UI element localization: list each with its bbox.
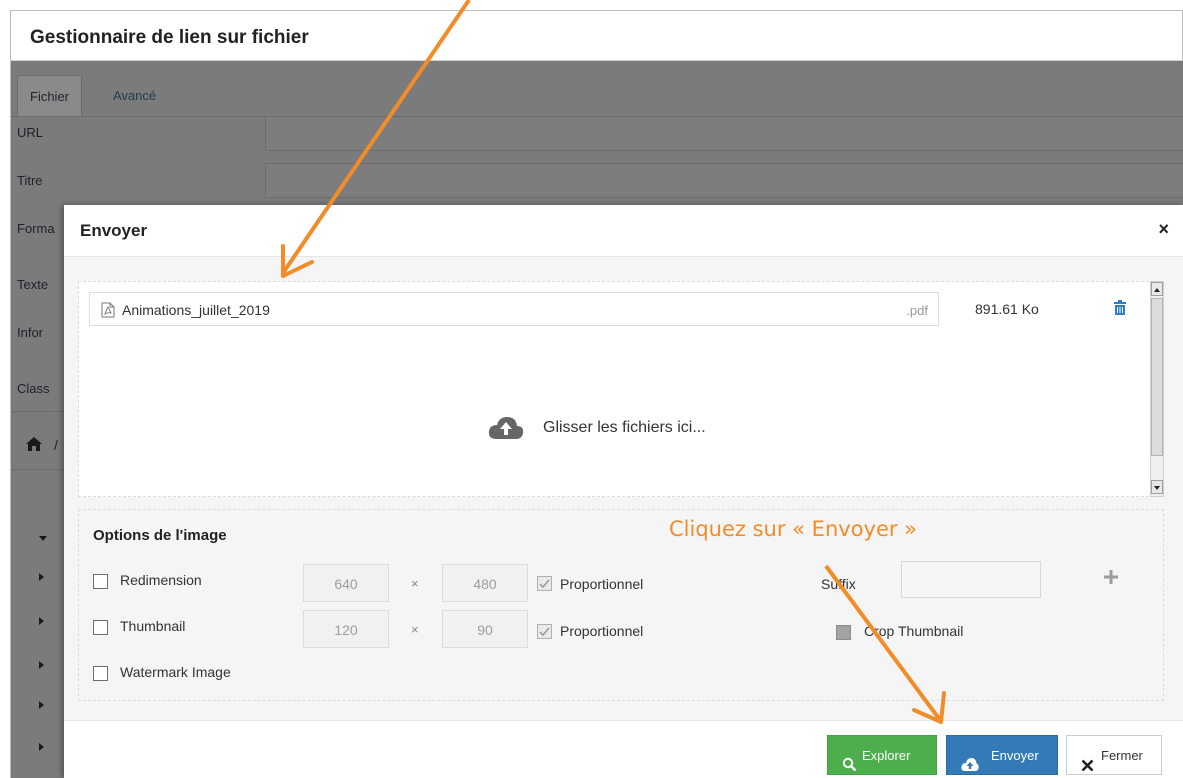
tree-caret-right-icon[interactable] — [39, 617, 44, 625]
breadcrumb-separator: / — [54, 437, 58, 453]
resize-checkbox[interactable] — [93, 574, 108, 589]
url-input[interactable] — [265, 116, 1183, 151]
plus-icon[interactable] — [1104, 570, 1118, 589]
thumbnail-label: Thumbnail — [120, 618, 186, 634]
class-label: Class — [17, 381, 50, 396]
scroll-thumb[interactable] — [1151, 298, 1163, 456]
dropzone-text: Glisser les fichiers ici... — [543, 419, 706, 436]
texte-label: Texte — [17, 277, 49, 292]
resize-proportional-label: Proportionnel — [560, 576, 644, 592]
fermer-button-label: Fermer — [1101, 748, 1143, 763]
url-label: URL — [17, 125, 44, 140]
crop-thumbnail-checkbox[interactable] — [836, 625, 851, 640]
watermark-label: Watermark Image — [120, 664, 231, 680]
crop-thumbnail-label: Crop Thumbnail — [864, 623, 964, 639]
cloud-upload-icon — [961, 748, 979, 778]
envoyer-button-label: Envoyer — [991, 748, 1039, 763]
annotation-text: Cliquez sur « Envoyer » — [669, 517, 918, 541]
titre-label: Titre — [17, 173, 43, 188]
resize-proportional-checkbox[interactable] — [537, 576, 552, 591]
resize-times-sign: × — [411, 576, 419, 591]
close-icon — [1081, 748, 1094, 778]
info-label: Infor — [17, 325, 44, 340]
home-icon[interactable] — [25, 436, 43, 457]
check-icon — [539, 579, 550, 589]
format-label: Forma — [17, 221, 55, 236]
tab-fichier[interactable]: Fichier — [17, 75, 83, 117]
modal-footer: Explorer Envoyer Fermer — [64, 720, 1183, 778]
modal-title: Envoyer — [80, 221, 148, 240]
file-dropzone[interactable]: Animations_juillet_2019 .pdf 891.61 Ko G… — [78, 281, 1164, 497]
close-icon[interactable]: × — [1158, 219, 1169, 240]
scroll-down-icon[interactable] — [1151, 480, 1163, 494]
tree-caret-right-icon[interactable] — [39, 573, 44, 581]
modal-body: Animations_juillet_2019 .pdf 891.61 Ko G… — [64, 257, 1183, 720]
tree-caret-down-icon[interactable] — [39, 536, 47, 541]
tree-caret-right-icon[interactable] — [39, 743, 44, 751]
file-extension: .pdf — [906, 303, 928, 318]
search-icon — [842, 748, 857, 778]
tree-caret-right-icon[interactable] — [39, 701, 44, 709]
screenshot-stage: Gestionnaire de lien sur fichier Fichier… — [0, 0, 1183, 778]
thumbnail-width-input[interactable]: 120 — [303, 610, 389, 648]
image-options-title: Options de l'image — [93, 527, 227, 544]
thumbnail-checkbox[interactable] — [93, 620, 108, 635]
dropzone-scrollbar[interactable] — [1150, 281, 1164, 497]
watermark-checkbox[interactable] — [93, 666, 108, 681]
outer-dialog-header: Gestionnaire de lien sur fichier — [10, 10, 1183, 61]
outer-dialog-title: Gestionnaire de lien sur fichier — [30, 27, 309, 48]
trash-icon[interactable] — [1114, 300, 1126, 320]
file-row[interactable]: Animations_juillet_2019 .pdf — [89, 292, 939, 326]
tree-caret-right-icon[interactable] — [39, 661, 44, 669]
titre-input[interactable] — [265, 163, 1183, 198]
pdf-file-icon — [101, 302, 115, 323]
thumbnail-times-sign: × — [411, 622, 419, 637]
suffix-input[interactable] — [901, 561, 1041, 598]
image-options-panel: Options de l'image Redimension 640 × 480… — [78, 509, 1164, 701]
explorer-button[interactable]: Explorer — [827, 735, 937, 775]
cloud-upload-icon — [488, 416, 524, 445]
thumbnail-proportional-label: Proportionnel — [560, 623, 644, 639]
explorer-button-label: Explorer — [862, 748, 911, 763]
suffix-label: Suffix — [821, 576, 856, 592]
check-icon — [539, 627, 550, 637]
resize-width-input[interactable]: 640 — [303, 564, 389, 602]
thumbnail-height-input[interactable]: 90 — [442, 610, 528, 648]
resize-height-input[interactable]: 480 — [442, 564, 528, 602]
file-size: 891.61 Ko — [975, 301, 1039, 317]
resize-label: Redimension — [120, 572, 202, 588]
scroll-up-icon[interactable] — [1151, 282, 1163, 296]
tab-avance[interactable]: Avancé — [101, 75, 168, 117]
fermer-button[interactable]: Fermer — [1066, 735, 1162, 775]
thumbnail-proportional-checkbox[interactable] — [537, 624, 552, 639]
modal-header: Envoyer × — [64, 205, 1183, 257]
envoyer-button[interactable]: Envoyer — [946, 735, 1058, 775]
upload-modal: Envoyer × Animations_juillet_2019 .pdf 8… — [64, 205, 1183, 778]
file-name: Animations_juillet_2019 — [122, 302, 270, 318]
